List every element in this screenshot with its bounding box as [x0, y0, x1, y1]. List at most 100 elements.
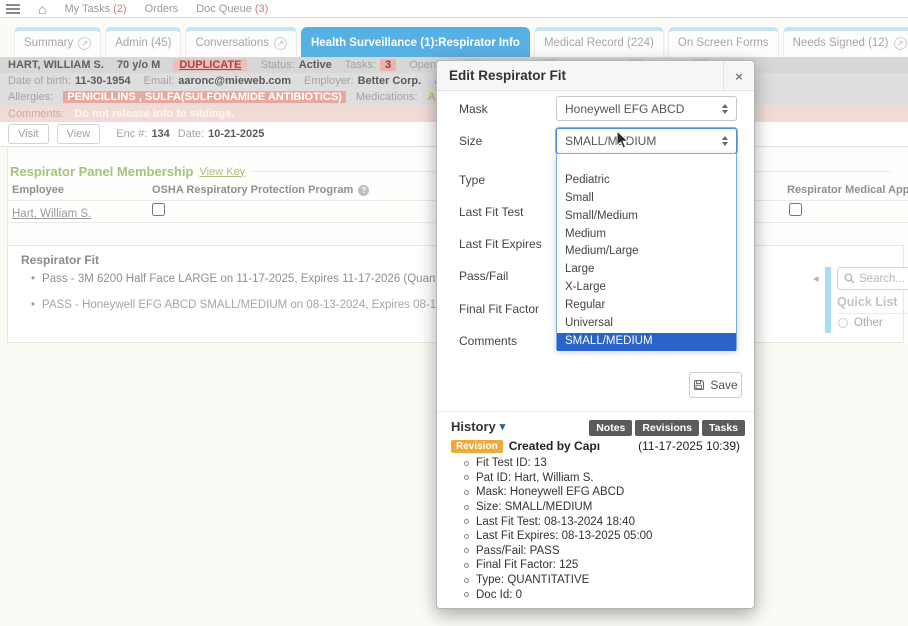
- size-option-small-medium-caps[interactable]: SMALL/MEDIUM: [557, 333, 736, 351]
- patient-status: Status: Active: [260, 59, 331, 71]
- tab-health-surveillance-label: Health Surveillance (1):Respirator Info: [311, 37, 520, 49]
- tab-health-surveillance-respirator-info[interactable]: Health Surveillance (1):Respirator Info: [301, 27, 530, 57]
- detail-text: Pat ID: Hart, William S.: [476, 472, 594, 484]
- size-option-medium-large[interactable]: Medium/Large: [557, 243, 736, 261]
- size-option-medium[interactable]: Medium: [557, 226, 736, 244]
- size-label: Size: [459, 134, 482, 148]
- size-option-large[interactable]: Large: [557, 261, 736, 279]
- circle-bullet-icon: [464, 592, 469, 597]
- circle-bullet-icon: [464, 475, 469, 480]
- col-medical-approval: Respirator Medical Approv: [787, 184, 908, 196]
- counter-tasks-value: 3: [380, 59, 396, 71]
- tab-medical-record[interactable]: Medical Record (224): [534, 27, 664, 57]
- history-toggle[interactable]: History ▾: [451, 419, 505, 434]
- tab-needs-signed[interactable]: Needs Signed (12) ↗: [783, 27, 908, 57]
- enc-date-field: Date: 10-21-2025: [178, 128, 265, 140]
- list-item: Fit Test ID: 13: [464, 456, 744, 471]
- tab-summary-label: Summary: [24, 37, 73, 49]
- size-select[interactable]: SMALL/MEDIUM: [556, 128, 737, 154]
- close-icon[interactable]: ×: [723, 61, 754, 91]
- mask-select[interactable]: Honeywell EFG ABCD: [556, 96, 737, 121]
- tasks-button[interactable]: Tasks: [702, 420, 745, 436]
- list-item: Mask: Honeywell EFG ABCD: [464, 485, 744, 500]
- circle-bullet-icon: [464, 505, 469, 510]
- chevron-down-icon: ▾: [500, 420, 506, 433]
- help-icon[interactable]: ?: [358, 185, 369, 196]
- search-input[interactable]: [859, 273, 908, 285]
- dob-field: Date of birth: 11-30-1954: [8, 75, 131, 87]
- popout-icon[interactable]: ↗: [894, 37, 907, 50]
- fit-entry[interactable]: • Pass - 3M 6200 Half Face LARGE on 11-1…: [31, 273, 441, 285]
- home-icon[interactable]: ⌂: [38, 2, 46, 16]
- circle-bullet-icon: [464, 534, 469, 539]
- notes-button[interactable]: Notes: [589, 420, 632, 436]
- size-option-small[interactable]: Small: [557, 190, 736, 208]
- tab-on-screen-forms-label: On Screen Forms: [678, 37, 769, 49]
- col-osha-label: OSHA Respiratory Protection Program: [152, 184, 353, 196]
- last-fit-test-label: Last Fit Test: [459, 205, 523, 219]
- allergies-badge[interactable]: PENICILLINS , SULFA(SULFONAMIDE ANTIBIOT…: [63, 91, 346, 103]
- size-option-regular[interactable]: Regular: [557, 297, 736, 315]
- tab-needs-signed-label: Needs Signed (12): [793, 37, 889, 49]
- view-button[interactable]: View: [57, 124, 101, 144]
- osha-program-checkbox[interactable]: [152, 203, 165, 216]
- status-label: Status:: [260, 59, 294, 71]
- counter-tasks[interactable]: Tasks: 3: [345, 59, 396, 71]
- enc-number-value: 134: [151, 128, 169, 140]
- circle-bullet-icon: [464, 563, 469, 568]
- size-dropdown-list: Pediatric Small Small/Medium Medium Medi…: [556, 153, 737, 350]
- fit-entry[interactable]: • PASS - Honeywell EFG ABCD SMALL/MEDIUM…: [31, 299, 441, 311]
- visit-button[interactable]: Visit: [8, 124, 49, 144]
- revision-badge: Revision: [451, 440, 503, 453]
- dob-value: 11-30-1954: [75, 75, 131, 87]
- duplicate-badge[interactable]: DUPLICATE: [173, 59, 247, 71]
- nav-orders[interactable]: Orders: [145, 3, 179, 15]
- nav-my-tasks[interactable]: My Tasks (2): [64, 3, 126, 15]
- collapse-panel-icon[interactable]: ◂: [813, 272, 819, 285]
- size-option-blank[interactable]: [557, 154, 736, 172]
- edit-respirator-fit-modal: Edit Respirator Fit × Mask Honeywell EFG…: [436, 60, 755, 609]
- allergies-label: Allergies:: [8, 91, 53, 103]
- employee-link[interactable]: Hart, William S.: [12, 208, 91, 220]
- tab-on-screen-forms[interactable]: On Screen Forms: [668, 27, 779, 57]
- tab-admin[interactable]: Admin (45): [105, 27, 181, 57]
- employer-value: Better Corp.: [358, 75, 422, 87]
- menu-icon[interactable]: [6, 4, 20, 14]
- list-item: Last Fit Expires: 08-13-2025 05:00: [464, 529, 744, 544]
- quick-list-title: Quick List: [837, 295, 897, 309]
- nav-doc-queue-label: Doc Queue: [196, 3, 252, 15]
- patient-age-sex: 70 y/o M: [117, 59, 160, 71]
- medical-approval-checkbox[interactable]: [789, 203, 802, 216]
- nav-doc-queue[interactable]: Doc Queue (3): [196, 3, 268, 15]
- panel-membership-title-text: Respirator Panel Membership: [10, 164, 194, 179]
- view-key-link[interactable]: View Key: [200, 166, 246, 178]
- popout-icon[interactable]: ↗: [78, 37, 91, 50]
- nav-doc-queue-count: (3): [255, 3, 268, 15]
- size-option-universal[interactable]: Universal: [557, 315, 736, 333]
- save-button[interactable]: Save: [689, 372, 742, 398]
- last-fit-expires-label: Last Fit Expires: [459, 237, 542, 251]
- quick-list-option-other[interactable]: Other: [838, 317, 883, 329]
- status-value: Active: [299, 59, 332, 71]
- bullet-icon: •: [31, 299, 35, 311]
- tab-summary[interactable]: Summary ↗: [14, 27, 101, 57]
- counter-tasks-label: Tasks:: [345, 59, 376, 71]
- employer-label: Employer:: [304, 75, 354, 87]
- detail-text: Size: SMALL/MEDIUM: [476, 501, 592, 513]
- floppy-icon: [693, 379, 705, 391]
- size-option-small-medium[interactable]: Small/Medium: [557, 208, 736, 226]
- enc-number-field: Enc #: 134: [116, 128, 170, 140]
- popout-icon[interactable]: ↗: [274, 37, 287, 50]
- size-option-x-large[interactable]: X-Large: [557, 279, 736, 297]
- detail-text: Fit Test ID: 13: [476, 457, 547, 469]
- tab-conversations[interactable]: Conversations ↗: [185, 27, 297, 57]
- revisions-button[interactable]: Revisions: [635, 420, 699, 436]
- circle-bullet-icon: [464, 490, 469, 495]
- size-option-pediatric[interactable]: Pediatric: [557, 172, 736, 190]
- comments-field-label: Comments: [459, 334, 517, 348]
- list-item: Pass/Fail: PASS: [464, 544, 744, 559]
- type-label: Type: [459, 173, 485, 187]
- comments-label: Comments:: [8, 108, 64, 120]
- panel-divider-bar[interactable]: [825, 267, 831, 333]
- mask-select-value: Honeywell EFG ABCD: [565, 102, 684, 116]
